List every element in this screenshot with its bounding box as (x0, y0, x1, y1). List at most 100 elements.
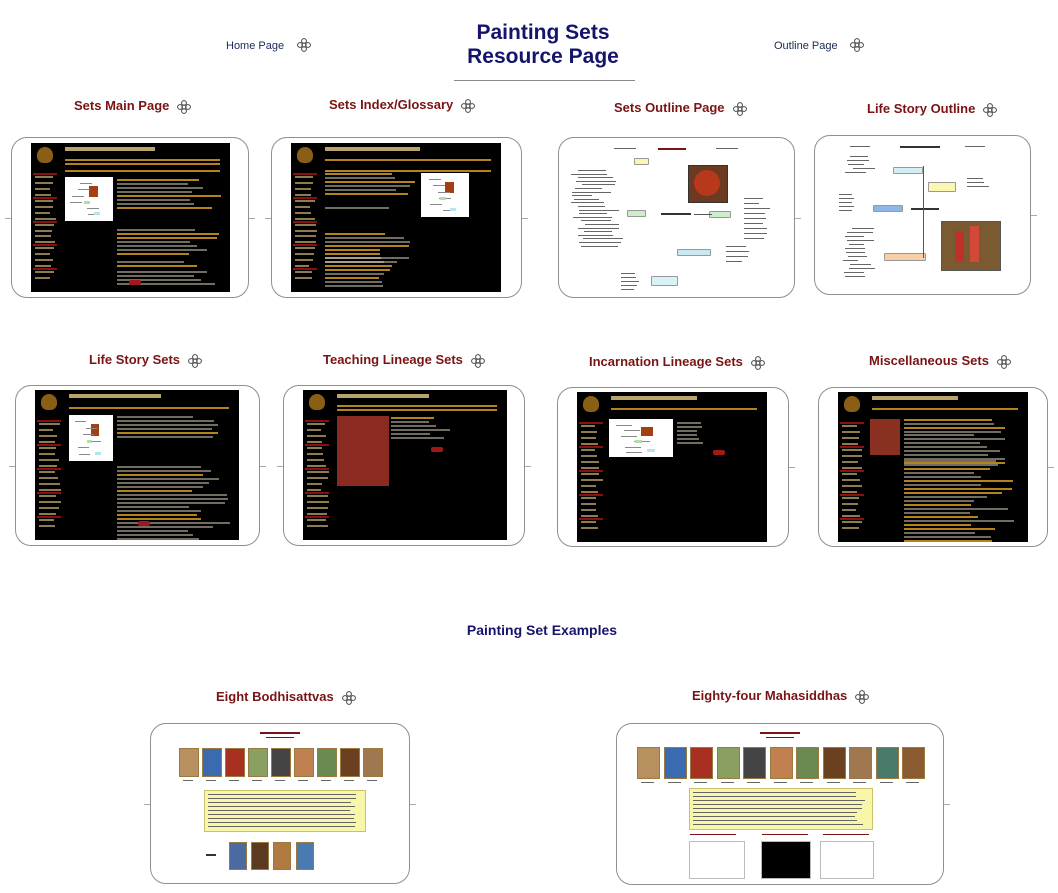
endless-knot-icon[interactable] (855, 689, 870, 704)
map-title (658, 148, 686, 150)
preview-sets-index-glossary[interactable] (265, 137, 528, 298)
sidebar-divider (37, 468, 61, 470)
preview-image (870, 419, 900, 455)
preview-button (138, 521, 150, 526)
preview-link (325, 253, 380, 255)
sidebar-link (35, 241, 56, 244)
preview-eighty-four-mahasiddhas[interactable] (616, 723, 950, 885)
map-leaf (847, 240, 874, 241)
endless-knot-icon[interactable] (461, 98, 476, 113)
preview-sets-outline-page[interactable] (558, 137, 801, 298)
sidebar-link (581, 473, 600, 475)
description-text (693, 816, 856, 817)
section-label: Sets Index/Glossary (329, 97, 454, 112)
sidebar-link (842, 503, 859, 505)
preview-link (325, 277, 380, 279)
page-title-line2: Resource Page (467, 45, 619, 68)
painting-medallion (694, 170, 720, 196)
dark-webpage-screenshot (303, 390, 507, 540)
preview-text (325, 207, 389, 209)
page-title-line1: Painting Sets (476, 21, 610, 44)
painting-thumbnail (796, 747, 819, 779)
preview-life-story-outline[interactable] (814, 135, 1037, 295)
outline-page-link[interactable]: Outline Page (774, 36, 864, 54)
map-leaf (576, 180, 617, 182)
mini-node (86, 440, 92, 444)
map-title (900, 146, 940, 148)
map-leaf (621, 281, 639, 282)
sidebar-link (581, 461, 599, 463)
preview-eight-bodhisattvas[interactable] (144, 723, 416, 884)
endless-knot-icon[interactable] (296, 37, 311, 52)
endless-knot-icon[interactable] (983, 102, 998, 117)
sidebar-link (35, 181, 54, 184)
preview-text (117, 187, 204, 189)
section-title-sets-outline-page[interactable]: Sets Outline Page (614, 100, 747, 116)
endless-knot-icon[interactable] (997, 354, 1011, 369)
connector-tick (277, 465, 283, 467)
example-title-eight-bodhisattvas[interactable]: Eight Bodhisattvas (216, 689, 356, 705)
section-title-miscellaneous-sets[interactable]: Miscellaneous Sets (869, 353, 1011, 369)
sidebar-link (307, 465, 327, 467)
sidebar-divider (305, 516, 329, 518)
gallery-subtitle (266, 737, 294, 738)
sidebar-link (39, 501, 61, 503)
section-title-life-story-outline[interactable]: Life Story Outline (867, 101, 998, 117)
connector-tick (5, 217, 11, 219)
map-node (651, 276, 678, 286)
preview-life-story-sets[interactable] (9, 385, 266, 546)
description-text (208, 810, 351, 811)
mini-node (440, 197, 446, 201)
preview-link (904, 540, 992, 542)
example-title-eighty-four-mahasiddhas[interactable]: Eighty-four Mahasiddhas (692, 688, 870, 704)
sidebar-link (295, 271, 312, 274)
preview-text (117, 506, 190, 508)
section-title-teaching-lineage-sets[interactable]: Teaching Lineage Sets (323, 352, 485, 368)
map-leaf (744, 233, 768, 234)
preview-incarnation-lineage-sets[interactable] (557, 387, 795, 547)
description-text (693, 804, 862, 805)
map-leaf (744, 208, 770, 209)
preview-sets-main-page[interactable] (5, 137, 255, 298)
thumbnail-caption (641, 782, 654, 783)
map-leaf (846, 232, 873, 233)
description-text (208, 802, 352, 803)
section-title-incarnation-lineage-sets[interactable]: Incarnation Lineage Sets (589, 354, 765, 370)
sidebar-link (35, 271, 55, 274)
endless-knot-icon[interactable] (341, 690, 356, 705)
section-title-sets-index-glossary[interactable]: Sets Index/Glossary (329, 97, 476, 113)
preview-text (325, 257, 381, 259)
map-leaf (580, 245, 619, 247)
site-logo (41, 394, 57, 410)
preview-teaching-lineage-sets[interactable] (277, 385, 531, 546)
sidebar-divider (293, 268, 317, 271)
mini-map-line (615, 425, 632, 426)
map-leaf (572, 216, 613, 218)
preview-text (677, 426, 703, 428)
sidebar-link (307, 459, 325, 461)
mind-map-screenshot (559, 138, 794, 297)
section-title-life-story-sets[interactable]: Life Story Sets (89, 352, 202, 368)
endless-knot-icon[interactable] (188, 353, 202, 368)
sidebar-divider (840, 422, 864, 424)
endless-knot-icon[interactable] (177, 99, 192, 114)
preview-heading (325, 147, 420, 151)
endless-knot-icon[interactable] (850, 37, 864, 52)
map-node (893, 167, 923, 174)
endless-knot-icon[interactable] (471, 353, 485, 368)
preview-text (117, 530, 188, 532)
sidebar-link (295, 229, 317, 232)
endless-knot-icon[interactable] (750, 355, 765, 370)
sidebar-divider (33, 268, 57, 271)
preview-miscellaneous-sets[interactable] (818, 387, 1054, 547)
section-label: Sets Outline Page (614, 100, 725, 115)
thumbnail-caption (826, 782, 840, 783)
thumbnail-caption (800, 782, 813, 783)
section-title-sets-main-page[interactable]: Sets Main Page (74, 98, 192, 114)
home-page-link[interactable]: Home Page (226, 36, 311, 54)
map-leaf (577, 206, 605, 207)
sidebar-divider (33, 173, 57, 175)
preview-link (325, 249, 381, 251)
endless-knot-icon[interactable] (732, 101, 747, 116)
description-text (208, 798, 357, 799)
